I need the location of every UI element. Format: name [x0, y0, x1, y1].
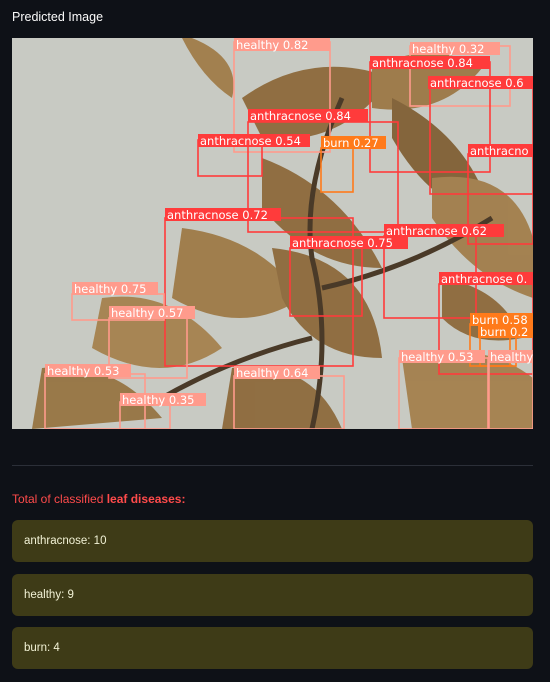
detection-label: healthy 0.64: [234, 366, 320, 380]
detection-label: anthracnose 0.84: [248, 109, 368, 123]
detection-label-text: healthy 0.64: [236, 366, 308, 380]
detection-label: healthy 0.53: [45, 364, 131, 378]
detection-label-text: healthy 0.75: [74, 282, 146, 296]
detection-label: healthy 0.75: [72, 282, 158, 296]
detection-label: healthy 0.57: [109, 306, 195, 320]
detection-label-text: anthracnose 0.84: [250, 109, 351, 123]
detection-label-text: healthy: [490, 350, 533, 364]
detection-label-text: healthy 0.57: [111, 306, 183, 320]
detection-label-text: healthy 0.53: [47, 364, 119, 378]
detection-label: healthy 0.35: [120, 393, 206, 407]
detection-label: healthy: [488, 350, 533, 364]
detection-label: anthracnose 0.72: [165, 208, 281, 222]
detection-label-text: anthracnose 0.6: [430, 76, 524, 90]
detection-label-text: anthracnose 0.62: [386, 224, 487, 238]
summary-heading-emphasis: leaf diseases:: [106, 492, 186, 506]
detection-label: healthy 0.53: [399, 350, 485, 364]
detection-label: anthracnose 0.: [439, 272, 533, 286]
detection-label-text: anthracnose 0.84: [372, 56, 473, 70]
detection-label: healthy 0.82: [234, 38, 330, 52]
detection-label-text: anthracnose 0.54: [200, 134, 301, 148]
detection-label: anthracnose 0.54: [198, 134, 310, 148]
detection-label-text: anthracnose 0.: [441, 272, 527, 286]
detection-label: anthracnose 0.6: [428, 76, 533, 90]
detection-label-text: burn 0.27: [323, 136, 379, 150]
result-card-label: healthy: 9: [24, 589, 74, 601]
predicted-image-caption: Predicted Image: [12, 10, 104, 24]
detection-label: burn 0.2: [478, 325, 533, 339]
detection-label-text: healthy 0.82: [236, 38, 308, 52]
result-card-healthy: healthy: 9: [12, 574, 533, 616]
summary-heading: Total of classified leaf diseases:: [12, 492, 185, 506]
detection-label-text: burn 0.2: [480, 325, 528, 339]
detection-label-text: healthy 0.32: [412, 42, 484, 56]
result-card-anthracnose: anthracnose: 10: [12, 520, 533, 562]
detection-label-text: healthy 0.35: [122, 393, 194, 407]
section-divider: [12, 465, 533, 466]
detection-label: healthy 0.32: [410, 42, 500, 56]
detection-label: anthracnose 0.75: [290, 236, 408, 250]
result-card-label: anthracnose: 10: [24, 535, 107, 547]
detection-label-text: anthracnose 0.75: [292, 236, 393, 250]
predicted-image: healthy 0.82 healthy 0.32 anthracnose 0.…: [12, 38, 533, 429]
detection-label-text: healthy 0.53: [401, 350, 473, 364]
predicted-image-canvas: healthy 0.82 healthy 0.32 anthracnose 0.…: [12, 38, 533, 429]
result-card-label: burn: 4: [24, 642, 60, 654]
detection-label-text: anthracnose 0.72: [167, 208, 268, 222]
detection-label: anthracno: [468, 144, 533, 158]
summary-heading-prefix: Total of classified: [12, 492, 107, 506]
detection-label: anthracnose 0.84: [370, 56, 490, 70]
detection-label: anthracnose 0.62: [384, 224, 504, 238]
detection-label: burn 0.27: [321, 136, 386, 150]
detection-label-text: anthracno: [470, 144, 529, 158]
result-card-burn: burn: 4: [12, 627, 533, 669]
